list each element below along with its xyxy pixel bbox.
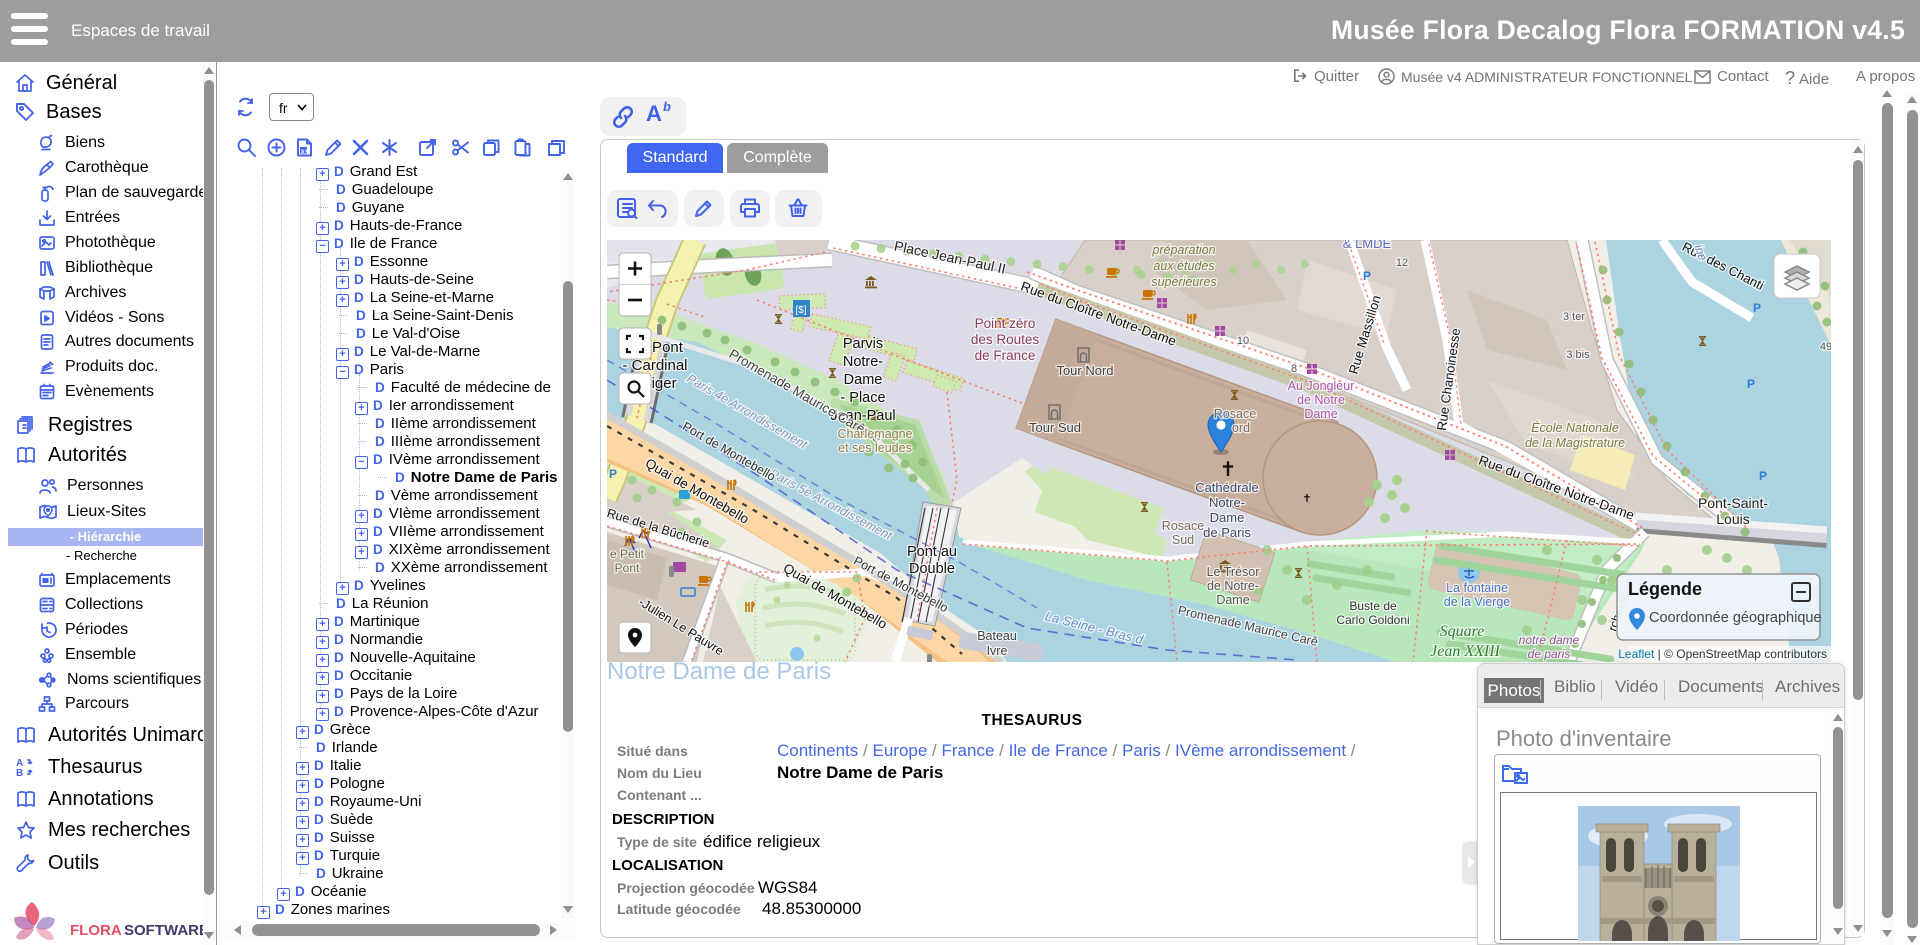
svg-text:Tour Nord: Tour Nord bbox=[1056, 363, 1113, 378]
svg-text:aux études: aux études bbox=[1153, 259, 1214, 273]
svg-text:Sud: Sud bbox=[1172, 533, 1194, 547]
svg-text:Le Trésor: Le Trésor bbox=[1207, 565, 1260, 579]
svg-text:Double: Double bbox=[909, 561, 955, 577]
svg-text:de France: de France bbox=[975, 348, 1036, 363]
svg-text:Pont-Saint-: Pont-Saint- bbox=[1698, 495, 1768, 511]
svg-text:e Petit: e Petit bbox=[610, 547, 645, 561]
svg-text:Leaflet | © OpenStreetMap cont: Leaflet | © OpenStreetMap contributors bbox=[1618, 647, 1827, 661]
svg-text:Carlo Goldoni: Carlo Goldoni bbox=[1336, 613, 1409, 627]
svg-text:de la Vierge: de la Vierge bbox=[1444, 595, 1511, 609]
svg-text:Rosace: Rosace bbox=[1214, 407, 1256, 421]
svg-text:de Paris: de Paris bbox=[1203, 525, 1251, 540]
svg-text:Buste de: Buste de bbox=[1349, 599, 1397, 613]
svg-text:Dame: Dame bbox=[1210, 510, 1245, 525]
svg-text:Cathédrale: Cathédrale bbox=[1195, 480, 1259, 495]
svg-text:P: P bbox=[1363, 269, 1371, 283]
svg-text:préparation: préparation bbox=[1151, 243, 1215, 257]
svg-text:tiger: tiger bbox=[647, 375, 676, 392]
svg-text:-Pont: -Pont bbox=[647, 339, 684, 356]
svg-text:✝: ✝ bbox=[1302, 493, 1311, 505]
svg-text:P: P bbox=[1753, 301, 1761, 315]
svg-text:Bateau: Bateau bbox=[977, 629, 1017, 643]
svg-text:Parvis: Parvis bbox=[843, 336, 883, 352]
svg-text:de Notre: de Notre bbox=[1297, 393, 1345, 407]
svg-text:3 ter: 3 ter bbox=[1563, 311, 1585, 323]
svg-text:8: 8 bbox=[1291, 363, 1297, 375]
svg-text:Charlemagne: Charlemagne bbox=[837, 427, 912, 441]
svg-text:Dame: Dame bbox=[844, 372, 883, 388]
svg-text:Légende: Légende bbox=[1628, 579, 1702, 599]
svg-text:P: P bbox=[1759, 469, 1767, 483]
svg-text:P: P bbox=[609, 467, 617, 481]
svg-text:3 bis: 3 bis bbox=[1566, 349, 1590, 361]
svg-text:- Place: - Place bbox=[840, 390, 885, 406]
svg-text:de paris: de paris bbox=[1528, 647, 1571, 661]
svg-text:✝: ✝ bbox=[1220, 459, 1237, 481]
svg-text:[$]: [$] bbox=[795, 305, 806, 316]
svg-text:49: 49 bbox=[1820, 341, 1831, 353]
svg-text:Dame: Dame bbox=[1216, 593, 1249, 607]
svg-text:12: 12 bbox=[1396, 257, 1408, 269]
svg-text:Point zéro: Point zéro bbox=[975, 316, 1036, 331]
svg-text:notre dame: notre dame bbox=[1519, 633, 1580, 647]
svg-text:Square: Square bbox=[1440, 623, 1485, 640]
svg-text:& LMDE: & LMDE bbox=[1343, 240, 1392, 251]
svg-text:Pont: Pont bbox=[615, 561, 640, 575]
svg-text:des Routes: des Routes bbox=[971, 332, 1040, 347]
svg-text:- Cardinal: - Cardinal bbox=[622, 357, 687, 374]
svg-text:supérieures: supérieures bbox=[1151, 275, 1216, 289]
svg-text:Rosace: Rosace bbox=[1162, 519, 1204, 533]
svg-text:Ivre: Ivre bbox=[987, 644, 1008, 658]
svg-text:P: P bbox=[1747, 377, 1755, 391]
svg-text:Notre-: Notre- bbox=[1209, 495, 1245, 510]
svg-text:Dame: Dame bbox=[1304, 407, 1337, 421]
svg-text:Pont au: Pont au bbox=[907, 544, 957, 560]
svg-text:Notre-: Notre- bbox=[843, 354, 883, 370]
svg-text:s+: s+ bbox=[301, 148, 309, 155]
svg-text:B: B bbox=[16, 768, 23, 778]
svg-text:de la Magistrature: de la Magistrature bbox=[1525, 436, 1625, 450]
svg-text:10: 10 bbox=[1237, 335, 1249, 347]
svg-text:Jean XXIII: Jean XXIII bbox=[1430, 643, 1500, 660]
svg-text:Tour Sud: Tour Sud bbox=[1029, 420, 1081, 435]
svg-text:ord: ord bbox=[1232, 421, 1250, 435]
svg-text:et ses leudes: et ses leudes bbox=[838, 441, 912, 455]
svg-text:de Notre-: de Notre- bbox=[1207, 579, 1259, 593]
svg-text:Louis: Louis bbox=[1716, 511, 1749, 527]
svg-text:Au Jongleur: Au Jongleur bbox=[1288, 379, 1355, 393]
svg-text:La fontaine: La fontaine bbox=[1446, 581, 1508, 595]
svg-text:École Nationale: École Nationale bbox=[1531, 420, 1619, 435]
svg-text:Coordonnée géographique: Coordonnée géographique bbox=[1649, 610, 1822, 626]
